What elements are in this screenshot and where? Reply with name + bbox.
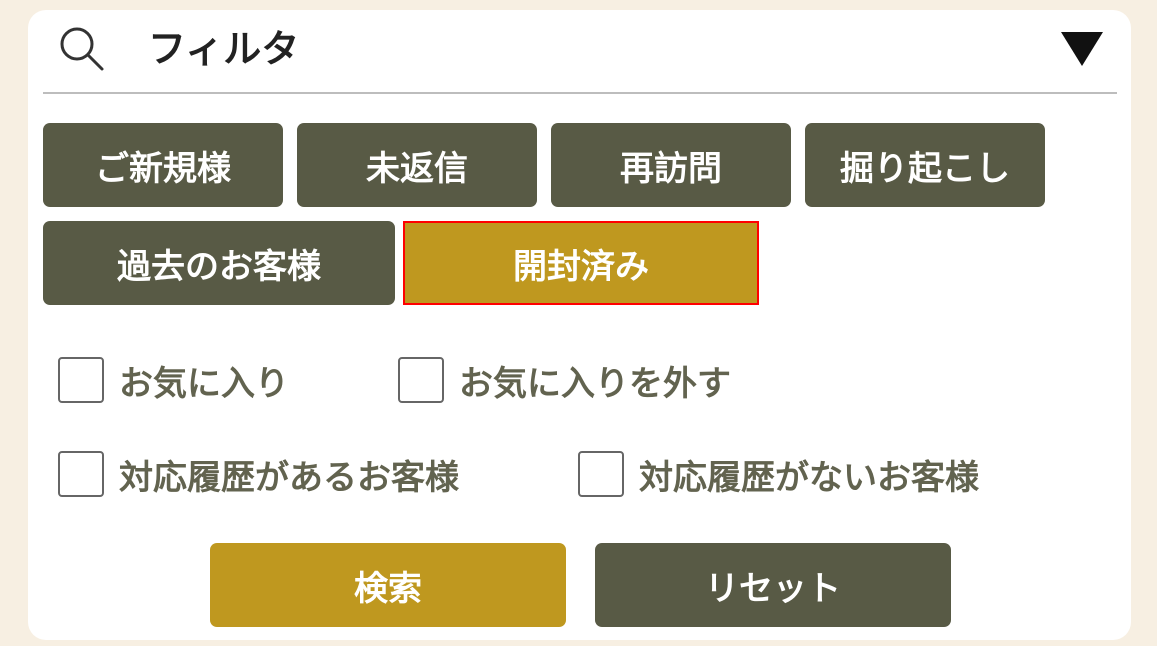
category-button-past-customer[interactable]: 過去のお客様 bbox=[43, 221, 395, 305]
checkbox-remove-favorite-box[interactable] bbox=[398, 357, 444, 403]
search-icon bbox=[60, 27, 104, 71]
checkbox-remove-favorite[interactable]: お気に入りを外す bbox=[398, 354, 731, 406]
checkbox-favorite-box[interactable] bbox=[58, 357, 104, 403]
filter-header: フィルタ bbox=[43, 10, 1117, 94]
filter-panel: フィルタ ご新規様 未返信 再訪問 掘り起こし 過去のお客様 開封済み お気に入… bbox=[28, 10, 1131, 640]
checkbox-remove-favorite-label: お気に入りを外す bbox=[459, 363, 731, 404]
reset-button[interactable]: リセット bbox=[595, 543, 951, 627]
category-button-opened[interactable]: 開封済み bbox=[403, 221, 759, 305]
checkbox-favorite[interactable]: お気に入り bbox=[58, 354, 289, 406]
category-button-new-customer[interactable]: ご新規様 bbox=[43, 123, 283, 207]
category-button-unreplied[interactable]: 未返信 bbox=[297, 123, 537, 207]
checkbox-has-history[interactable]: 対応履歴があるお客様 bbox=[58, 448, 459, 500]
filter-title: フィルタ bbox=[148, 27, 300, 71]
checkbox-has-history-label: 対応履歴があるお客様 bbox=[119, 457, 459, 498]
category-button-dig-up[interactable]: 掘り起こし bbox=[805, 123, 1045, 207]
checkbox-no-history-box[interactable] bbox=[578, 451, 624, 497]
category-button-revisit[interactable]: 再訪問 bbox=[551, 123, 791, 207]
checkbox-has-history-box[interactable] bbox=[58, 451, 104, 497]
checkbox-favorite-label: お気に入り bbox=[119, 363, 289, 404]
checkbox-no-history[interactable]: 対応履歴がないお客様 bbox=[578, 448, 979, 500]
checkbox-no-history-label: 対応履歴がないお客様 bbox=[639, 457, 979, 498]
triangle-down-icon[interactable] bbox=[1061, 28, 1103, 70]
search-button[interactable]: 検索 bbox=[210, 543, 566, 627]
